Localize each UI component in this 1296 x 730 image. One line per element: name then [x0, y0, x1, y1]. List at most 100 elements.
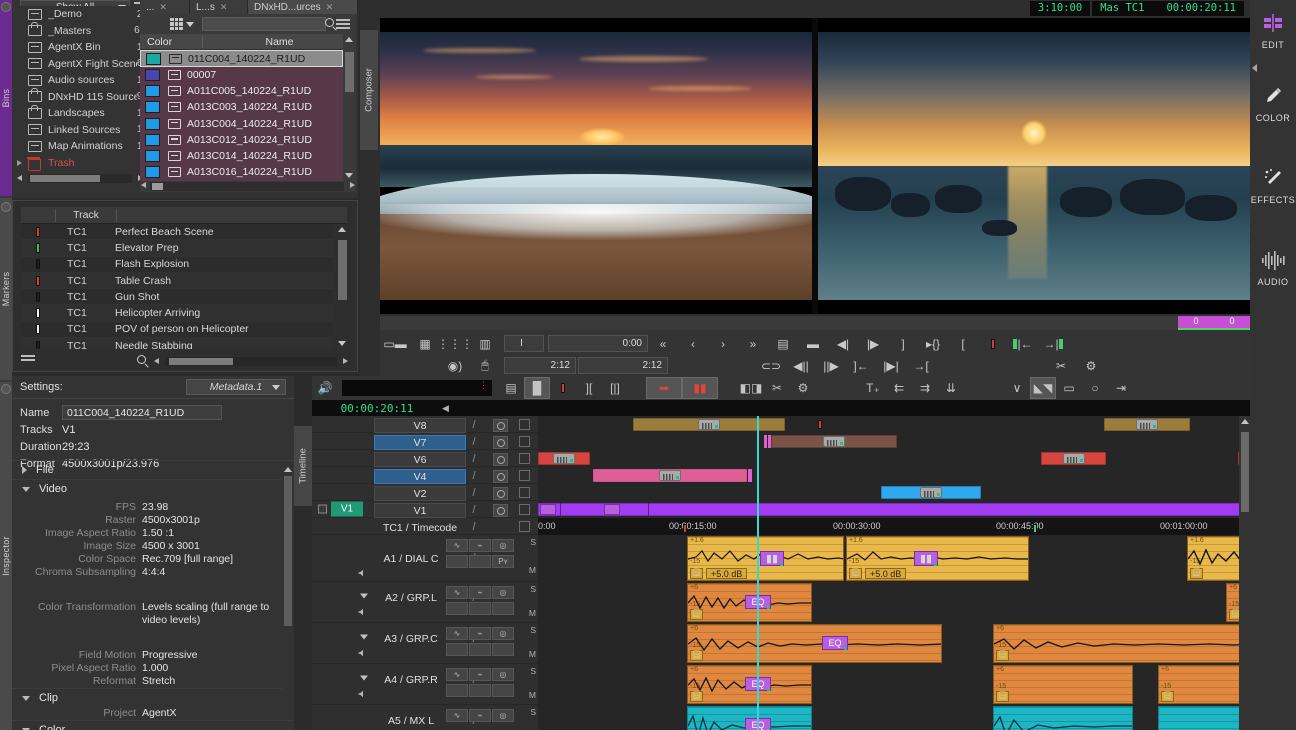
scroll-thumb[interactable]: [338, 240, 347, 300]
fast-forward-icon[interactable]: »: [738, 334, 768, 354]
mark-out-icon[interactable]: ]: [888, 334, 918, 354]
keyframe-toggle-icon[interactable]: ⌁: [469, 586, 491, 599]
trim-left-icon[interactable]: ⇇: [886, 377, 912, 399]
folder-row[interactable]: AgentX Fight Scene64: [12, 56, 152, 73]
track-header-v8[interactable]: V8 /: [312, 416, 538, 433]
link-icon[interactable]: ⊂⊃: [756, 356, 786, 376]
speaker-icon[interactable]: 🔊: [312, 377, 338, 399]
track-header-a5[interactable]: A5 / MX L / ∿ ⌁ ◎ S: [312, 705, 538, 730]
mute-label[interactable]: M: [529, 649, 536, 659]
ab-slot-1[interactable]: [446, 555, 468, 568]
step-back-icon[interactable]: ‹: [678, 334, 708, 354]
bin-clip-row[interactable]: A011C005_140224_R1UD: [140, 83, 343, 99]
speaker-icon[interactable]: [358, 690, 368, 698]
ab-slot-3[interactable]: [492, 602, 514, 615]
clip-color-swatch[interactable]: [145, 85, 160, 97]
audio-effect-badge[interactable]: ▮▮: [760, 551, 784, 566]
scroll-up-icon[interactable]: [345, 37, 353, 42]
waveform-toggle-icon[interactable]: ∿: [446, 539, 468, 552]
track-header-a2[interactable]: A2 / GRP.L / ∿ ⌁ ◎ S M: [312, 582, 538, 623]
search-input[interactable]: [202, 17, 326, 31]
marker-row[interactable]: TC1Perfect Beach Scene: [21, 224, 333, 240]
track-monitor-button[interactable]: [519, 436, 530, 447]
timeline-marker[interactable]: [1033, 524, 1037, 533]
track-name-v2[interactable]: V2: [374, 486, 466, 501]
timeline-clip[interactable]: [881, 486, 981, 499]
sidebar-item-edit[interactable]: EDIT: [1250, 12, 1296, 50]
bin-tab[interactable]: ...✕: [140, 0, 190, 14]
effect-badge-icon[interactable]: [1063, 453, 1085, 464]
folder-row[interactable]: _Masters6,6: [12, 23, 152, 40]
track-header-v1[interactable]: V1 V1 /: [312, 501, 538, 518]
mark-out-indicator[interactable]: 0: [1214, 316, 1250, 330]
bin-clip-row[interactable]: A013C012_140224_R1UD: [140, 132, 343, 148]
scroll-thumb[interactable]: [345, 52, 354, 92]
track-monitor-button[interactable]: [519, 470, 530, 481]
fade-icon[interactable]: ◣◥: [1030, 377, 1056, 399]
audio-clip[interactable]: +1.6-15 ⌸: [1187, 536, 1239, 581]
section-color[interactable]: Color: [12, 720, 294, 730]
track-panel-icon[interactable]: ▤: [498, 377, 524, 399]
keyframe-toggle-icon[interactable]: ⌁: [469, 668, 491, 681]
keyframe-badge-icon[interactable]: ⌸: [690, 691, 703, 702]
marker-row[interactable]: TC1Table Crash: [21, 273, 333, 289]
track-record-button[interactable]: [493, 487, 508, 500]
gain-badge[interactable]: +5.0 dB: [865, 568, 906, 579]
rail-tab-inspector[interactable]: Inspector: [0, 382, 12, 730]
folder-row[interactable]: Landscapes15: [12, 105, 152, 122]
track-row-v7[interactable]: [538, 433, 1239, 450]
solo-label[interactable]: S: [530, 625, 536, 635]
source-monitor[interactable]: [380, 18, 812, 314]
track-header-timecode[interactable]: TC1 / Timecode /: [312, 518, 538, 535]
play-in-out-icon[interactable]: ▸{}: [918, 334, 948, 354]
track-record-button[interactable]: [493, 453, 508, 466]
section-video[interactable]: Video: [12, 479, 294, 498]
step-forward-10-icon[interactable]: ||▶: [816, 356, 846, 376]
folder-hscrollbar[interactable]: [16, 174, 144, 183]
mark-in-icon[interactable]: [: [948, 334, 978, 354]
duration-timecode[interactable]: 3:10:00: [1030, 1, 1090, 16]
source-record-toggle-icon[interactable]: ▭▬: [380, 334, 410, 354]
circle-icon[interactable]: ○: [1082, 377, 1108, 399]
timeline-view-icon[interactable]: ▤: [768, 334, 798, 354]
trim-left-icon[interactable]: ◀|: [828, 334, 858, 354]
close-icon[interactable]: ✕: [159, 2, 167, 13]
track-record-button[interactable]: [493, 504, 508, 517]
track-source-chip-v1[interactable]: V1: [331, 502, 363, 517]
audio-mark-icon[interactable]: ◉): [440, 356, 470, 376]
track-header-v7[interactable]: V7 /: [312, 433, 538, 450]
step-forward-icon[interactable]: ›: [708, 334, 738, 354]
marker-row[interactable]: TC1Elevator Prep: [21, 240, 333, 256]
track-row-timecode[interactable]: 0:00 00:00:15:00 00:00:30:00 00:00:45:00…: [538, 518, 1239, 535]
scroll-down-icon[interactable]: [338, 341, 346, 346]
track-name-v4[interactable]: V4: [374, 469, 466, 484]
scroll-thumb[interactable]: [169, 358, 233, 365]
audio-record-icon[interactable]: ◎: [492, 627, 514, 640]
composer-tab[interactable]: Composer: [360, 30, 378, 150]
sidebar-item-effects[interactable]: EFFECTS: [1250, 167, 1296, 205]
position-field[interactable]: 0:00: [548, 335, 648, 352]
clip-color-swatch[interactable]: [145, 118, 160, 130]
cursor-field[interactable]: I: [504, 335, 544, 352]
effect-badge-icon[interactable]: [920, 487, 942, 498]
track-monitor-button[interactable]: [519, 487, 530, 498]
audio-clip[interactable]: +6-15 ⌸ EQ: [687, 624, 942, 663]
add-marker-icon[interactable]: [550, 377, 576, 399]
waveform-toggle-icon[interactable]: ∿: [446, 709, 468, 722]
go-to-out-icon[interactable]: |▶|: [876, 356, 906, 376]
add-edit-left-icon[interactable]: |←: [1008, 334, 1038, 354]
keyframe-toggle-icon[interactable]: ⌁: [469, 539, 491, 552]
track-header-v6[interactable]: V6 /: [312, 450, 538, 467]
markers-menu-icon[interactable]: [21, 355, 35, 365]
search-icon[interactable]: [325, 18, 334, 27]
bin-clip-row[interactable]: A013C003_140224_R1UD: [140, 99, 343, 115]
keyframe-badge-icon[interactable]: ⌸: [996, 650, 1009, 661]
ab-slot-1[interactable]: [446, 684, 468, 697]
effect-badge-icon[interactable]: [540, 504, 556, 515]
keyframe-toggle-icon[interactable]: ⌁: [469, 627, 491, 640]
grid-view-icon[interactable]: ⋮⋮⋮: [440, 334, 470, 354]
track-name-v1[interactable]: V1: [374, 503, 466, 518]
timeline-marker[interactable]: [818, 420, 822, 429]
solo-label[interactable]: S: [530, 537, 536, 547]
clip-color-swatch[interactable]: [145, 166, 160, 178]
